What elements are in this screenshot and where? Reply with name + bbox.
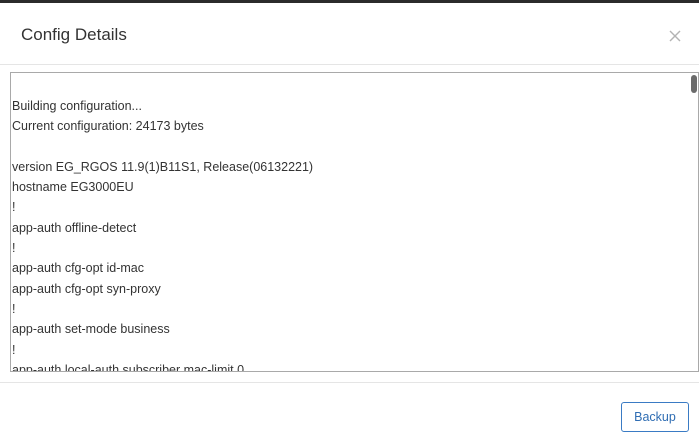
close-icon — [664, 25, 686, 47]
config-line: Building configuration... — [12, 99, 142, 113]
dialog-title: Config Details — [21, 25, 127, 44]
backup-button[interactable]: Backup — [621, 402, 689, 432]
config-line: app-auth local-auth subscriber mac-limit… — [12, 362, 245, 372]
dialog-footer: Backup — [0, 382, 699, 441]
config-line: ! — [12, 241, 16, 256]
config-line: version EG_RGOS 11.9(1)B11S1, Release(06… — [12, 159, 314, 174]
config-line: hostname EG3000EU — [12, 180, 134, 195]
close-button[interactable] — [664, 25, 686, 47]
scroll-thumb[interactable] — [691, 75, 697, 93]
config-line: app-auth cfg-opt syn-proxy — [12, 281, 161, 296]
config-lines: Building configuration... Current configu… — [12, 96, 314, 372]
config-line: Current configuration: 24173 bytes — [12, 119, 204, 134]
config-line: app-auth set-mode business — [12, 322, 170, 337]
config-line: app-auth cfg-opt id-mac — [12, 261, 145, 276]
config-textarea[interactable]: Building configuration... Current configu… — [10, 72, 699, 372]
vertical-scrollbar[interactable] — [690, 73, 698, 371]
config-line: ! — [12, 200, 16, 215]
config-line — [12, 137, 313, 157]
resize-grip-icon[interactable] — [691, 364, 697, 371]
config-line: ! — [12, 301, 16, 316]
config-line: app-auth offline-detect — [12, 220, 137, 235]
dialog-header: Config Details — [0, 3, 699, 65]
dialog-body: Building configuration... Current configu… — [0, 65, 699, 383]
config-line: ! — [12, 342, 16, 357]
config-details-dialog: Config Details Building configuration...… — [0, 3, 699, 441]
